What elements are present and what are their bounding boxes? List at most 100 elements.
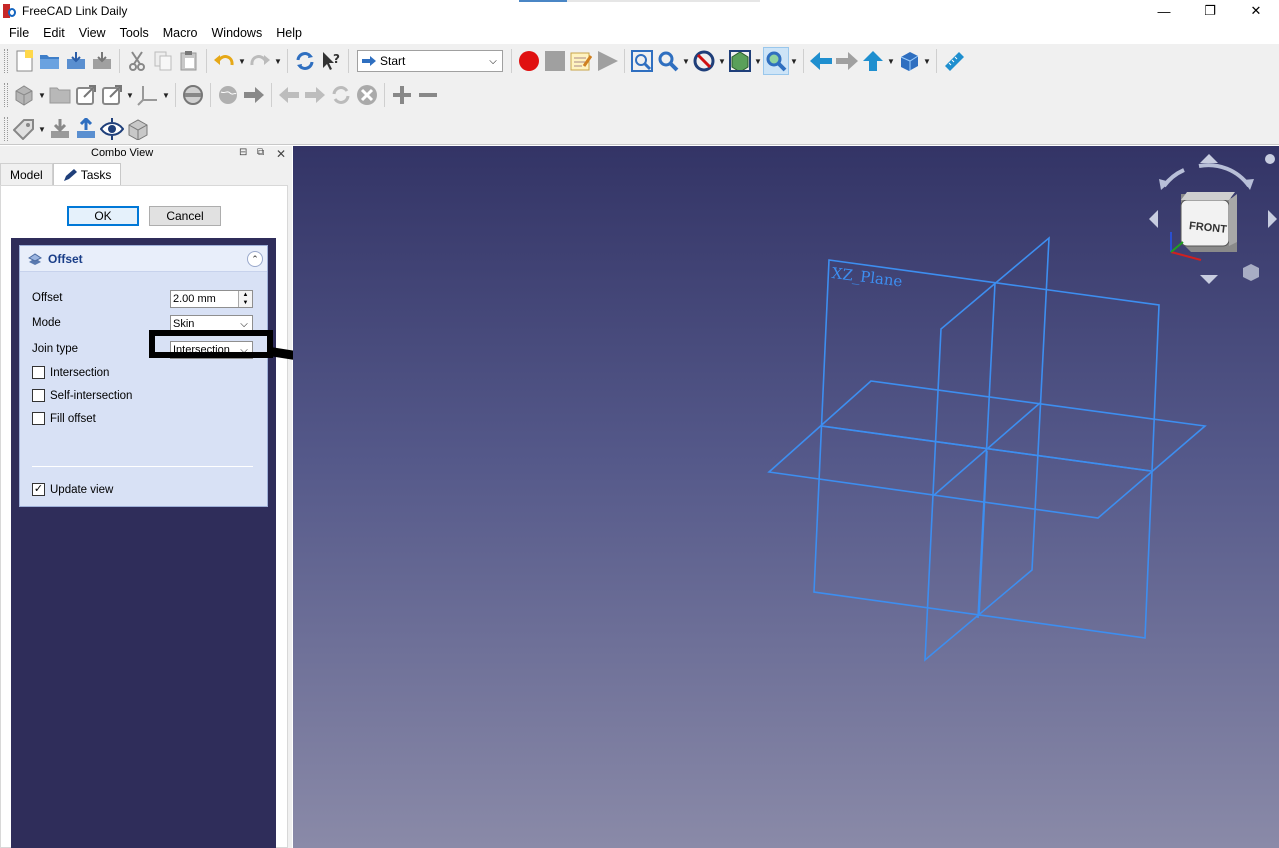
tag-icon[interactable] (11, 115, 37, 143)
arrow-up-dropdown-icon[interactable]: ▼ (886, 47, 896, 75)
undo-icon[interactable] (211, 47, 237, 75)
macro-run-icon[interactable] (594, 47, 620, 75)
draw-style-dropdown-icon[interactable]: ▼ (717, 47, 727, 75)
part-create-icon[interactable] (11, 81, 37, 109)
menu-view[interactable]: View (72, 22, 113, 44)
offset-spinbox[interactable]: 2.00 mm ▲ ▼ (170, 290, 253, 308)
view-zoom-dropdown-icon[interactable]: ▼ (789, 47, 799, 75)
macro-stop-icon[interactable] (542, 47, 568, 75)
checkbox-box[interactable] (32, 366, 45, 379)
menu-windows[interactable]: Windows (205, 22, 270, 44)
bounding-box-icon[interactable] (727, 47, 753, 75)
whats-this-icon[interactable]: ? (318, 47, 344, 75)
export-icon[interactable] (73, 115, 99, 143)
nav-up-icon[interactable] (1200, 154, 1218, 163)
tab-model[interactable]: Model (0, 163, 53, 185)
macro-record-icon[interactable] (516, 47, 542, 75)
menu-macro[interactable]: Macro (156, 22, 205, 44)
toolbar-grip[interactable] (4, 117, 8, 141)
workbench-part-icon[interactable] (180, 81, 206, 109)
update-view-checkbox[interactable]: ✓ Update view (32, 483, 113, 496)
new-document-icon[interactable] (11, 47, 37, 75)
nav-back-icon[interactable] (276, 81, 302, 109)
menu-file[interactable]: File (2, 22, 36, 44)
minimize-button[interactable]: — (1141, 0, 1187, 22)
save-icon[interactable] (63, 47, 89, 75)
minus-icon[interactable] (415, 81, 441, 109)
std-views-dropdown-icon[interactable]: ▼ (922, 47, 932, 75)
toolbar-grip[interactable] (4, 49, 8, 73)
workbench-selector[interactable]: Start ⌵ (357, 50, 503, 72)
intersection-checkbox[interactable]: Intersection (32, 366, 109, 379)
refresh-icon[interactable] (292, 47, 318, 75)
checkbox-box[interactable] (32, 389, 45, 402)
part-create-dropdown-icon[interactable]: ▼ (37, 81, 47, 109)
macro-edit-icon[interactable] (568, 47, 594, 75)
tab-tasks[interactable]: Tasks (52, 163, 122, 185)
offset-header[interactable]: Offset ⌃ (20, 246, 267, 272)
link-actions-icon[interactable] (99, 81, 125, 109)
nav-right-icon[interactable] (1268, 210, 1277, 228)
checkbox-checked[interactable]: ✓ (32, 483, 45, 496)
menu-tools[interactable]: Tools (113, 22, 156, 44)
checkbox-box[interactable] (32, 412, 45, 425)
arrow-left-icon[interactable] (808, 47, 834, 75)
view-zoom-icon[interactable] (763, 47, 789, 75)
cut-icon[interactable] (124, 47, 150, 75)
eye-visibility-icon[interactable] (99, 115, 125, 143)
group-folder-icon[interactable] (47, 81, 73, 109)
dock-close-icon[interactable]: ✕ (276, 147, 286, 161)
window-title: FreeCAD Link Daily (22, 4, 128, 18)
link-actions-dropdown-icon[interactable]: ▼ (125, 81, 135, 109)
draw-style-icon[interactable] (691, 47, 717, 75)
self-intersection-checkbox[interactable]: Self-intersection (32, 389, 132, 402)
undo-dropdown-icon[interactable]: ▼ (237, 47, 247, 75)
menu-help[interactable]: Help (269, 22, 309, 44)
save-as-icon[interactable] (89, 47, 115, 75)
fit-all-icon[interactable] (629, 47, 655, 75)
menu-edit[interactable]: Edit (36, 22, 72, 44)
copy-icon[interactable] (150, 47, 176, 75)
datum-axis-icon[interactable] (135, 81, 161, 109)
tab-model-label: Model (10, 167, 43, 182)
nav-menu-icon[interactable] (1265, 154, 1275, 164)
recompute-icon[interactable] (328, 81, 354, 109)
arrow-up-icon[interactable] (860, 47, 886, 75)
collapse-chevron-icon[interactable]: ⌃ (247, 251, 263, 267)
fit-dropdown-icon[interactable]: ▼ (681, 47, 691, 75)
open-folder-icon[interactable] (37, 47, 63, 75)
fill-offset-checkbox[interactable]: Fill offset (32, 412, 96, 425)
dock-restore-icon[interactable]: ⊟ (239, 147, 247, 158)
dock-float-icon[interactable]: ⧉ (257, 147, 264, 158)
forward-arrow-icon[interactable] (241, 81, 267, 109)
cancel-x-icon[interactable] (354, 81, 380, 109)
tag-dropdown-icon[interactable]: ▼ (37, 115, 47, 143)
mode-value: Skin (173, 318, 195, 330)
redo-dropdown-icon[interactable]: ▼ (273, 47, 283, 75)
navigation-cube[interactable]: FRONT (1139, 146, 1279, 286)
import-icon[interactable] (47, 115, 73, 143)
arrow-right-icon[interactable] (834, 47, 860, 75)
rotate-right-arrow-icon[interactable] (1198, 163, 1251, 188)
link-make-icon[interactable] (73, 81, 99, 109)
close-button[interactable]: ✕ (1233, 0, 1279, 22)
nav-forward-icon[interactable] (302, 81, 328, 109)
parts-box-icon[interactable] (125, 115, 151, 143)
spin-arrows-icon[interactable]: ▲ ▼ (238, 291, 252, 307)
nav-left-icon[interactable] (1149, 210, 1158, 228)
3d-viewport[interactable]: XZ_Plane FRONT (293, 146, 1279, 848)
ok-button[interactable]: OK (67, 206, 139, 226)
cancel-button[interactable]: Cancel (149, 206, 221, 226)
toolbar-grip[interactable] (4, 83, 8, 107)
globe-icon[interactable] (215, 81, 241, 109)
bounding-box-dropdown-icon[interactable]: ▼ (753, 47, 763, 75)
measure-ruler-icon[interactable] (941, 47, 967, 75)
redo-icon[interactable] (247, 47, 273, 75)
plus-icon[interactable] (389, 81, 415, 109)
fit-selection-icon[interactable] (655, 47, 681, 75)
paste-icon[interactable] (176, 47, 202, 75)
std-views-icon[interactable] (896, 47, 922, 75)
nav-down-icon[interactable] (1200, 275, 1218, 284)
maximize-button[interactable]: ❐ (1187, 0, 1233, 22)
datum-dropdown-icon[interactable]: ▼ (161, 81, 171, 109)
